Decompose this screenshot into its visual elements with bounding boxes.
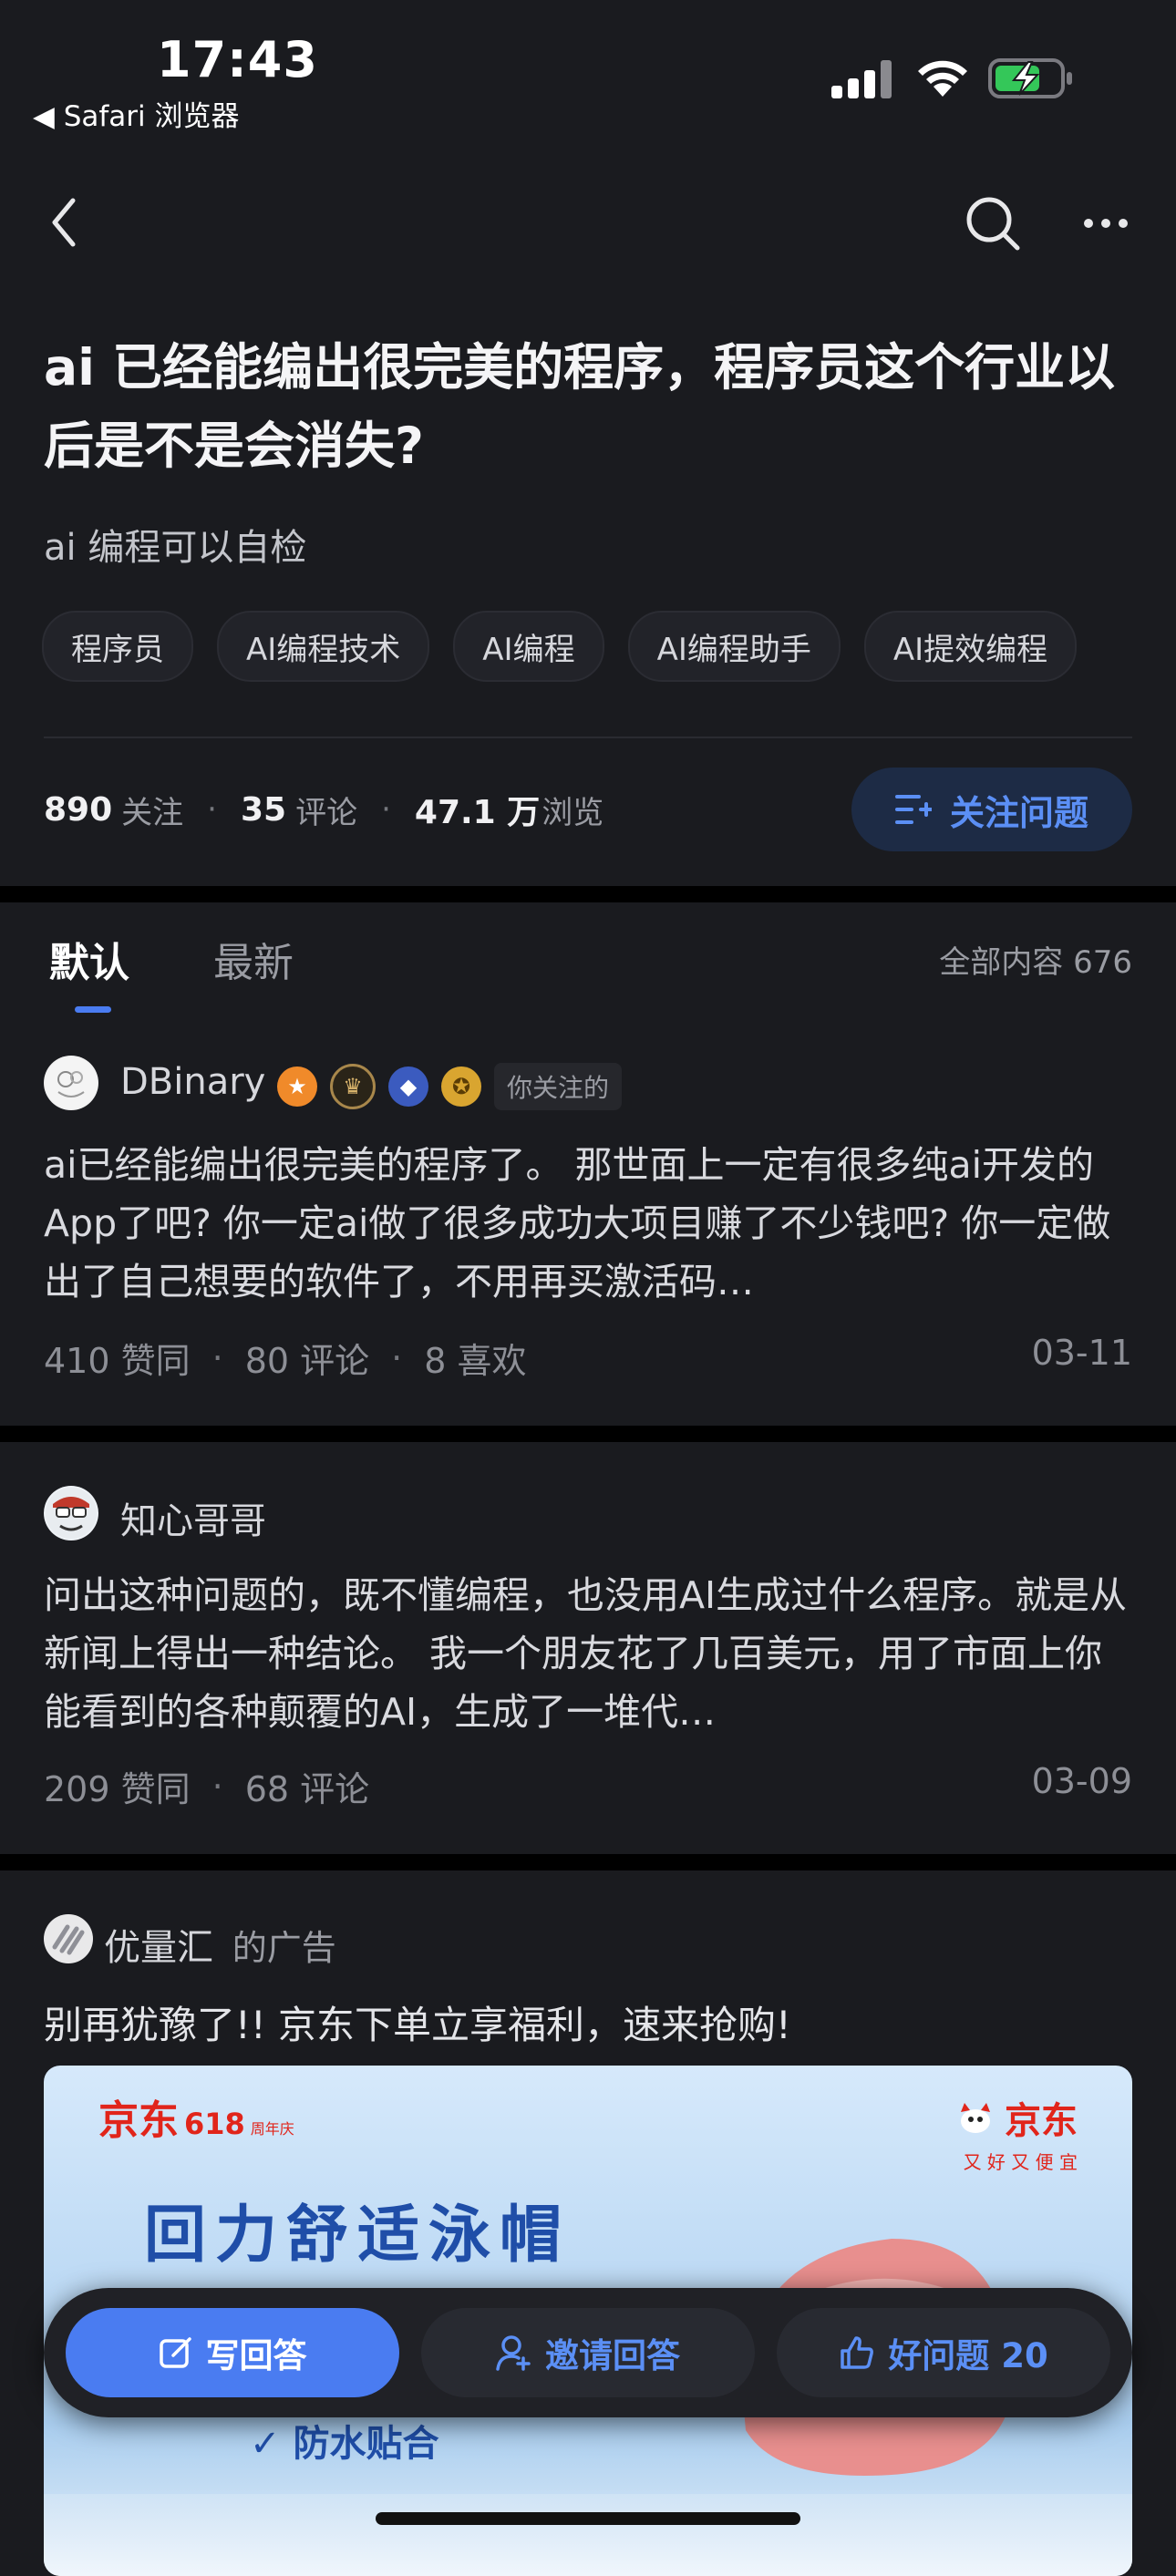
follow-question-label: 关注问题 <box>949 792 1088 833</box>
search-icon <box>966 197 1020 251</box>
write-answer-label: 写回答 <box>205 2336 307 2375</box>
wifi-icon <box>915 57 970 98</box>
status-time: 17:43 <box>157 31 318 88</box>
answer-date: 03-11 <box>1031 1333 1132 1373</box>
follow-list-icon <box>894 795 932 824</box>
topic-tag[interactable]: AI编程 <box>453 611 604 682</box>
good-question-label: 好问题 20 <box>888 2336 1048 2375</box>
advertiser-logo-icon <box>52 1924 85 1955</box>
active-tab-indicator <box>75 1006 111 1013</box>
product-name: 回力舒适泳帽 <box>144 2200 572 2272</box>
divider <box>44 737 1132 738</box>
product-feature: ✓ 防水贴合 <box>250 2423 439 2465</box>
topic-tags: 程序员 AI编程技术 AI编程 AI编程助手 AI提效编程 <box>42 611 1078 682</box>
back-to-safari-link[interactable]: ◀ Safari 浏览器 <box>33 93 240 134</box>
followers-label: 关注 <box>121 794 184 831</box>
topic-tag[interactable]: AI编程技术 <box>217 611 430 682</box>
anniversary-label: 周年庆 <box>250 2120 294 2138</box>
advertiser-logo[interactable] <box>44 1914 93 1963</box>
views-label: 浏览 <box>542 794 604 831</box>
good-question-button[interactable]: 好问题 20 <box>777 2308 1110 2397</box>
comments-label[interactable]: 评论 <box>295 788 357 832</box>
section-separator <box>0 1854 1176 1870</box>
avatar-image-icon <box>46 1488 97 1539</box>
bottom-action-bar: 写回答 邀请回答 好问题 20 <box>44 2288 1132 2417</box>
question-title: ai 已经能编出很完美的程序，程序员这个行业以后是不是会消失? <box>44 338 1116 475</box>
medal-badge-icon: ✪ <box>441 1066 481 1107</box>
ad-suffix: 的广告 <box>232 1928 336 1968</box>
edit-icon <box>159 2337 191 2368</box>
star-badge-icon: ★ <box>277 1066 317 1107</box>
avatar-image-icon <box>46 1057 97 1108</box>
comments-count: 35 <box>240 790 287 829</box>
agree-count[interactable]: 410 赞同 <box>44 1333 191 1383</box>
brand-left: 京东 <box>98 2097 179 2144</box>
jd-dog-icon <box>961 2103 990 2133</box>
search-button[interactable] <box>961 191 1025 255</box>
brand-618: 618 <box>184 2107 245 2141</box>
cellular-signal-icon <box>831 60 892 98</box>
topic-tag[interactable]: AI编程助手 <box>627 611 841 682</box>
follow-question-button[interactable]: 关注问题 <box>851 768 1132 851</box>
back-button[interactable] <box>36 190 91 255</box>
avatar[interactable] <box>44 1056 98 1110</box>
answer-author[interactable]: DBinary <box>120 1061 265 1103</box>
more-button[interactable] <box>1078 202 1134 244</box>
ad-headline[interactable]: 别再犹豫了!! 京东下单立享福利，速来抢购! <box>44 1994 791 2050</box>
question-subtitle: ai 编程可以自检 <box>44 527 307 569</box>
brand-right: 京东 <box>1005 2100 1078 2142</box>
agree-count[interactable]: 209 赞同 <box>44 1761 191 1811</box>
crown-badge-icon: ♛ <box>330 1064 376 1109</box>
write-answer-button[interactable]: 写回答 <box>66 2308 399 2397</box>
followers-count: 890 <box>44 790 113 829</box>
answer-author[interactable]: 知心哥哥 <box>120 1491 266 1544</box>
jd-brand-mark: 京东 又 好 又 便 宜 <box>954 2091 1078 2174</box>
jd-618-logo: 京东 618 周年庆 <box>98 2087 294 2146</box>
more-icon <box>1084 219 1128 228</box>
topic-tag[interactable]: AI提效编程 <box>863 611 1078 682</box>
like-count[interactable]: 8 喜欢 <box>424 1333 526 1383</box>
invite-answer-button[interactable]: 邀请回答 <box>421 2308 755 2397</box>
ad-source: 优量汇 的广告 <box>104 1918 336 1971</box>
invite-answer-label: 邀请回答 <box>545 2336 680 2375</box>
views-count: 47.1 万 <box>414 794 541 831</box>
question-stats: 890 关注 · 35 评论 · 47.1 万 浏览 <box>44 786 603 833</box>
tab-default[interactable]: 默认 <box>49 930 129 988</box>
brand-slogan: 又 好 又 便 宜 <box>963 2151 1078 2173</box>
thumbs-up-icon <box>841 2336 874 2369</box>
answer-excerpt[interactable]: ai已经能编出很完美的程序了。 那世面上一定有很多纯ai开发的App了吧? 你一… <box>44 1136 1132 1311</box>
section-separator <box>0 886 1176 902</box>
battery-icon <box>988 57 1074 100</box>
tab-latest[interactable]: 最新 <box>213 930 294 988</box>
answer-meta: 209 赞同 · 68 评论 <box>44 1761 369 1811</box>
topic-tag[interactable]: 程序员 <box>42 611 193 682</box>
water-surface <box>44 2494 1132 2576</box>
section-separator <box>0 1426 1176 1442</box>
avatar[interactable] <box>44 1486 98 1540</box>
comment-count[interactable]: 68 评论 <box>245 1761 369 1811</box>
all-content-count[interactable]: 全部内容 676 <box>939 937 1132 982</box>
comment-count[interactable]: 80 评论 <box>245 1333 369 1383</box>
answer-excerpt[interactable]: 问出这种问题的，既不懂编程，也没用AI生成过什么程序。就是从新闻上得出一种结论。… <box>44 1566 1132 1741</box>
author-badges: ★ ♛ ◆ ✪ 你关注的 <box>277 1063 623 1110</box>
diamond-badge-icon: ◆ <box>388 1066 428 1107</box>
chevron-left-icon <box>52 198 76 247</box>
home-indicator[interactable] <box>376 2512 800 2525</box>
answer-meta: 410 赞同 · 80 评论 · 8 喜欢 <box>44 1333 527 1383</box>
followed-tag: 你关注的 <box>494 1063 623 1110</box>
advertiser-name[interactable]: 优量汇 <box>104 1927 213 1969</box>
invite-user-icon <box>496 2335 531 2371</box>
answer-date: 03-09 <box>1031 1761 1132 1801</box>
